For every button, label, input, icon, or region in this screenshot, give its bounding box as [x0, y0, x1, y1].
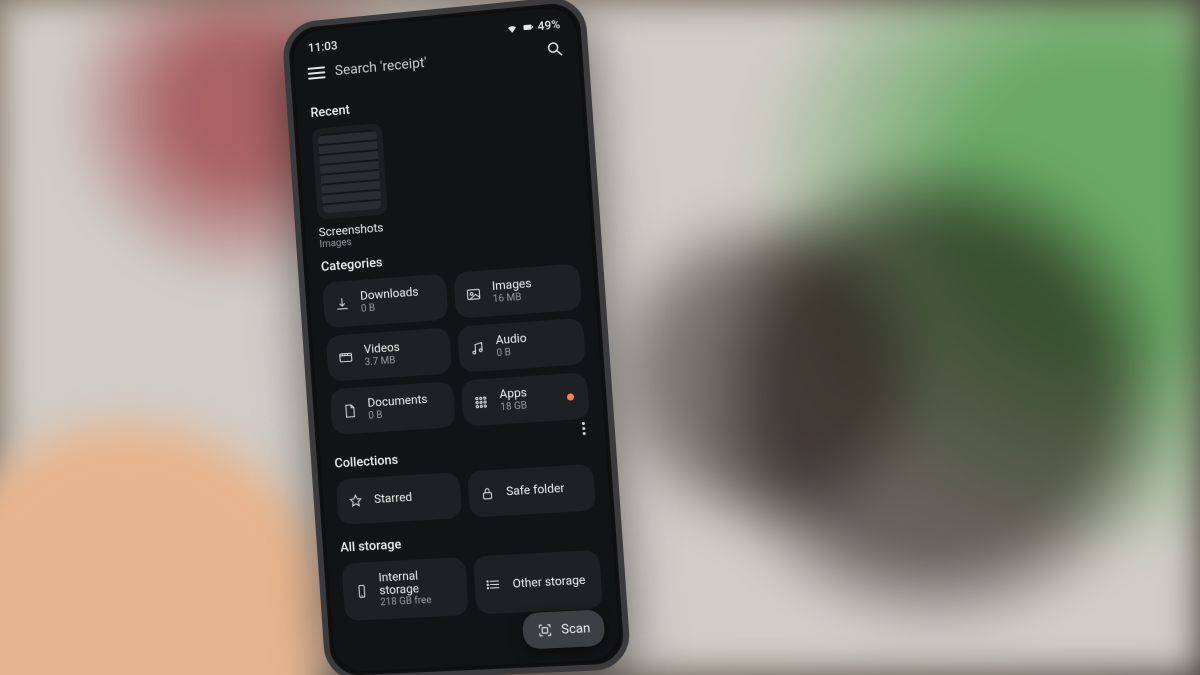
collection-label: Starred — [374, 491, 413, 506]
category-audio[interactable]: Audio0 B — [457, 318, 586, 373]
category-size: 3.7 MB — [364, 354, 401, 368]
star-icon — [346, 492, 365, 511]
scan-label: Scan — [561, 621, 591, 638]
clock: 11:03 — [308, 38, 338, 55]
audio-icon — [468, 339, 487, 358]
category-size: 16 MB — [492, 291, 532, 306]
apps-icon — [472, 393, 491, 412]
recent-item[interactable]: Screenshots Images — [312, 122, 398, 250]
recent-thumbnail[interactable] — [312, 123, 388, 220]
category-videos[interactable]: Videos3.7 MB — [326, 327, 452, 381]
collection-safe-folder[interactable]: Safe folder — [467, 464, 596, 518]
wifi-icon — [505, 22, 518, 35]
scan-fab[interactable]: Scan — [522, 609, 606, 649]
storage-internal[interactable]: Internal storage218 GB free — [341, 557, 469, 621]
storage-sub: 218 GB free — [380, 594, 458, 610]
lock-icon — [478, 484, 497, 503]
battery-pct: 49% — [537, 17, 561, 33]
battery-icon — [521, 21, 534, 34]
list-icon — [484, 575, 503, 594]
phone-icon — [353, 582, 371, 601]
category-downloads[interactable]: Downloads0 B — [322, 273, 448, 328]
hamburger-icon[interactable] — [307, 66, 325, 79]
category-label: Apps — [499, 387, 527, 402]
collection-label: Safe folder — [506, 482, 565, 499]
image-icon — [464, 285, 483, 304]
category-images[interactable]: Images16 MB — [453, 263, 582, 318]
download-icon — [333, 295, 352, 314]
video-icon — [336, 348, 355, 367]
app-screen: 11:03 49% Search 'receipt' Recent Screen… — [291, 6, 620, 673]
search-icon[interactable] — [545, 39, 565, 63]
category-size: 0 B — [496, 346, 528, 360]
category-label: Audio — [495, 332, 527, 347]
storage-other[interactable]: Other storage — [473, 550, 603, 615]
overflow-menu-icon[interactable] — [574, 418, 593, 437]
document-icon — [340, 402, 359, 421]
collection-starred[interactable]: Starred — [336, 472, 463, 525]
categories-grid: Downloads0 B Images16 MB Videos3.7 MB Au… — [322, 263, 590, 435]
storage-label: Other storage — [512, 573, 586, 590]
storage-label: Internal storage — [378, 567, 457, 597]
notification-dot — [567, 393, 575, 401]
collections-row: Starred Safe folder — [336, 464, 596, 525]
scan-icon — [537, 622, 554, 639]
category-documents[interactable]: Documents0 B — [329, 381, 455, 435]
phone-frame: 11:03 49% Search 'receipt' Recent Screen… — [281, 0, 631, 675]
category-size: 18 GB — [500, 400, 528, 414]
category-apps[interactable]: Apps18 GB — [461, 372, 590, 426]
